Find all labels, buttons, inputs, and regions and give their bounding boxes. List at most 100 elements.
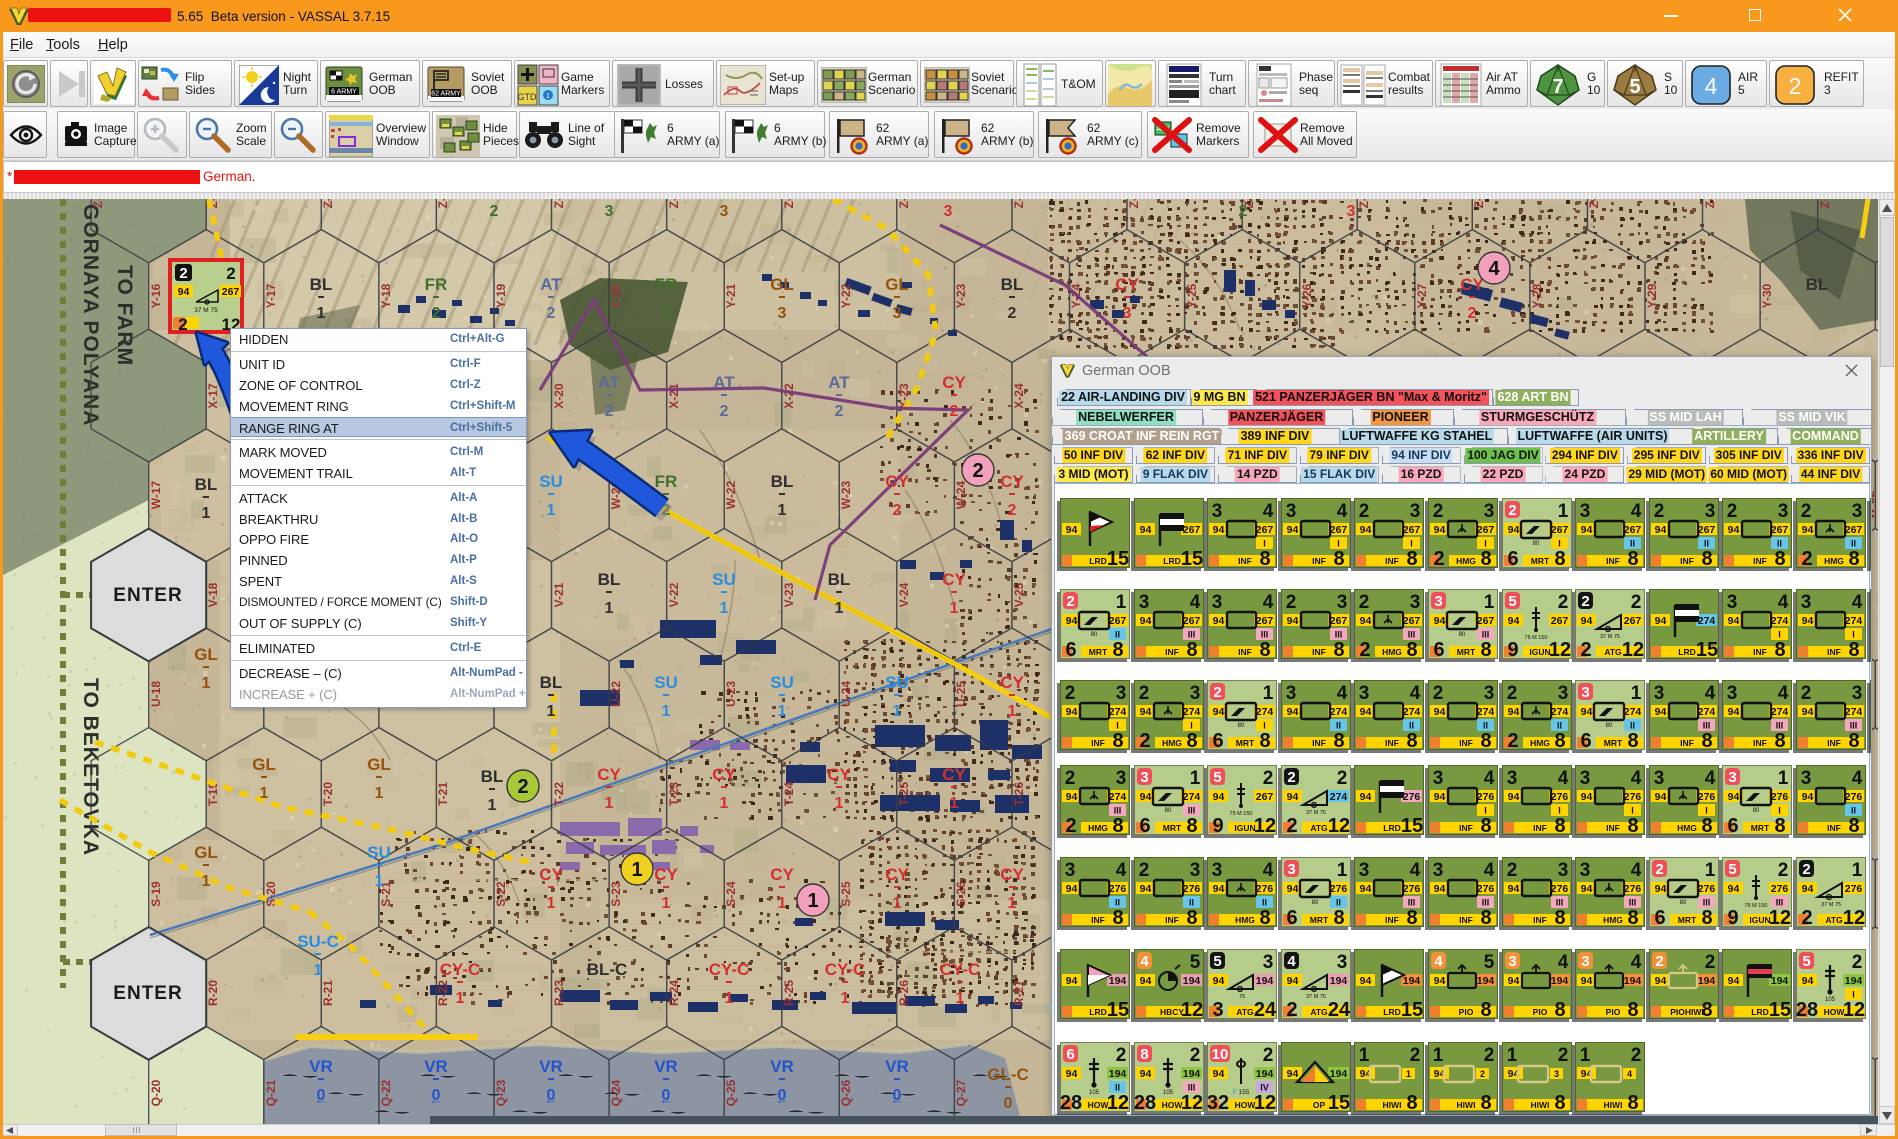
svg-text:LRD: LRD: [1678, 647, 1695, 657]
svg-text:274: 274: [1330, 791, 1348, 803]
svg-text:CY: CY: [1000, 472, 1024, 491]
svg-text:III: III: [1188, 630, 1196, 640]
svg-text:4: 4: [1337, 683, 1348, 704]
svg-text:267: 267: [1477, 524, 1495, 536]
svg-text:267: 267: [1551, 615, 1569, 627]
svg-text:94: 94: [1140, 883, 1152, 895]
svg-text:4: 4: [1190, 592, 1201, 613]
svg-text:32: 32: [1207, 1092, 1229, 1112]
svg-text:267: 267: [1845, 524, 1863, 536]
svg-text:SU: SU: [885, 673, 909, 692]
svg-text:INF: INF: [1827, 647, 1841, 657]
svg-text:267: 267: [1330, 615, 1348, 627]
svg-text:4: 4: [1484, 768, 1495, 789]
svg-text:Z-23: Z-23: [897, 199, 911, 208]
svg-text:1: 1: [375, 873, 384, 890]
svg-text:2: 2: [1631, 592, 1642, 613]
svg-text:194: 194: [1477, 975, 1495, 987]
svg-text:12: 12: [1622, 639, 1644, 659]
svg-text:INF: INF: [1459, 823, 1473, 833]
svg-text:R-23: R-23: [552, 980, 566, 1006]
svg-text:94: 94: [1140, 975, 1152, 987]
svg-text:Y-17: Y-17: [264, 283, 278, 308]
svg-text:267: 267: [1698, 524, 1716, 536]
svg-text:94: 94: [1213, 615, 1225, 627]
svg-text:INF: INF: [1753, 647, 1767, 657]
svg-text:276: 276: [1771, 883, 1789, 895]
svg-text:24: 24: [1328, 999, 1351, 1019]
svg-text:1: 1: [547, 703, 556, 720]
svg-text:INF: INF: [1091, 738, 1105, 748]
svg-text:8: 8: [1140, 1046, 1148, 1063]
svg-text:1: 1: [778, 703, 787, 720]
svg-text:2: 2: [1066, 593, 1074, 610]
svg-text:R-20: R-20: [206, 980, 220, 1006]
svg-text:I: I: [1558, 806, 1561, 816]
svg-text:II: II: [1115, 630, 1120, 640]
svg-text:8: 8: [1480, 548, 1491, 568]
svg-text:I: I: [1852, 630, 1855, 640]
svg-text:276: 276: [1771, 791, 1789, 803]
svg-text:12: 12: [1843, 999, 1865, 1019]
svg-text:4: 4: [1631, 768, 1642, 789]
svg-text:V-21: V-21: [552, 582, 566, 607]
svg-text:12: 12: [1549, 639, 1571, 659]
svg-text:II: II: [1630, 721, 1635, 731]
svg-text:274: 274: [1771, 706, 1789, 718]
svg-text:15: 15: [1328, 1092, 1350, 1112]
svg-text:Z-21: Z-21: [667, 199, 681, 208]
svg-text:94: 94: [1508, 524, 1520, 536]
svg-text:LRD: LRD: [1383, 823, 1400, 833]
svg-text:267: 267: [1624, 524, 1642, 536]
svg-text:VR: VR: [539, 1057, 563, 1076]
svg-text:8: 8: [1774, 639, 1785, 659]
svg-text:1: 1: [202, 505, 211, 522]
svg-text:94: 94: [1434, 975, 1446, 987]
svg-text:T-25: T-25: [897, 782, 911, 806]
svg-text:III: III: [1776, 721, 1784, 731]
svg-text:2: 2: [1801, 683, 1812, 704]
svg-text:8: 8: [1186, 815, 1197, 835]
svg-text:Y-21: Y-21: [724, 283, 738, 308]
svg-text:5: 5: [1802, 953, 1810, 970]
svg-text:2: 2: [1655, 861, 1663, 878]
svg-text:Y-25: Y-25: [1185, 283, 1199, 308]
svg-text:Y-30: Y-30: [1760, 283, 1774, 308]
svg-text:CY: CY: [770, 865, 794, 884]
svg-text:194: 194: [1845, 975, 1863, 987]
svg-text:267: 267: [1109, 615, 1127, 627]
svg-text:HIWI: HIWI: [1604, 1100, 1623, 1110]
svg-text:267: 267: [1330, 524, 1348, 536]
svg-text:III: III: [1850, 721, 1858, 731]
svg-text:2: 2: [1359, 501, 1370, 522]
svg-text:1: 1: [1359, 1045, 1370, 1066]
svg-text:276: 276: [1330, 883, 1348, 895]
svg-text:37 M 75: 37 M 75: [194, 307, 218, 314]
svg-text:194: 194: [1330, 975, 1348, 987]
svg-text:HMG: HMG: [1824, 556, 1844, 566]
svg-text:INF: INF: [1165, 647, 1179, 657]
svg-text:3: 3: [1065, 860, 1076, 881]
svg-text:2: 2: [179, 265, 187, 282]
svg-text:AT: AT: [713, 373, 735, 392]
svg-text:94: 94: [1360, 706, 1372, 718]
svg-text:8: 8: [1774, 548, 1785, 568]
svg-text:I: I: [1410, 539, 1413, 549]
svg-text:HMG: HMG: [1088, 823, 1108, 833]
svg-text:←: ←: [891, 1092, 904, 1107]
svg-text:4: 4: [1852, 768, 1863, 789]
svg-text:CY: CY: [942, 570, 966, 589]
svg-text:I: I: [1778, 806, 1781, 816]
svg-text:274: 274: [1698, 615, 1716, 627]
svg-text:INF: INF: [1312, 556, 1326, 566]
svg-text:94: 94: [1434, 615, 1446, 627]
svg-text:3: 3: [1728, 769, 1736, 786]
svg-text:U-22: U-22: [609, 681, 623, 707]
svg-text:10: 10: [1212, 1046, 1229, 1063]
svg-text:94: 94: [1802, 706, 1814, 718]
svg-text:8: 8: [1554, 1092, 1565, 1112]
svg-text:1: 1: [893, 895, 902, 912]
svg-text:3: 3: [1287, 861, 1295, 878]
svg-text:12: 12: [1328, 815, 1350, 835]
svg-text:I: I: [1484, 806, 1487, 816]
